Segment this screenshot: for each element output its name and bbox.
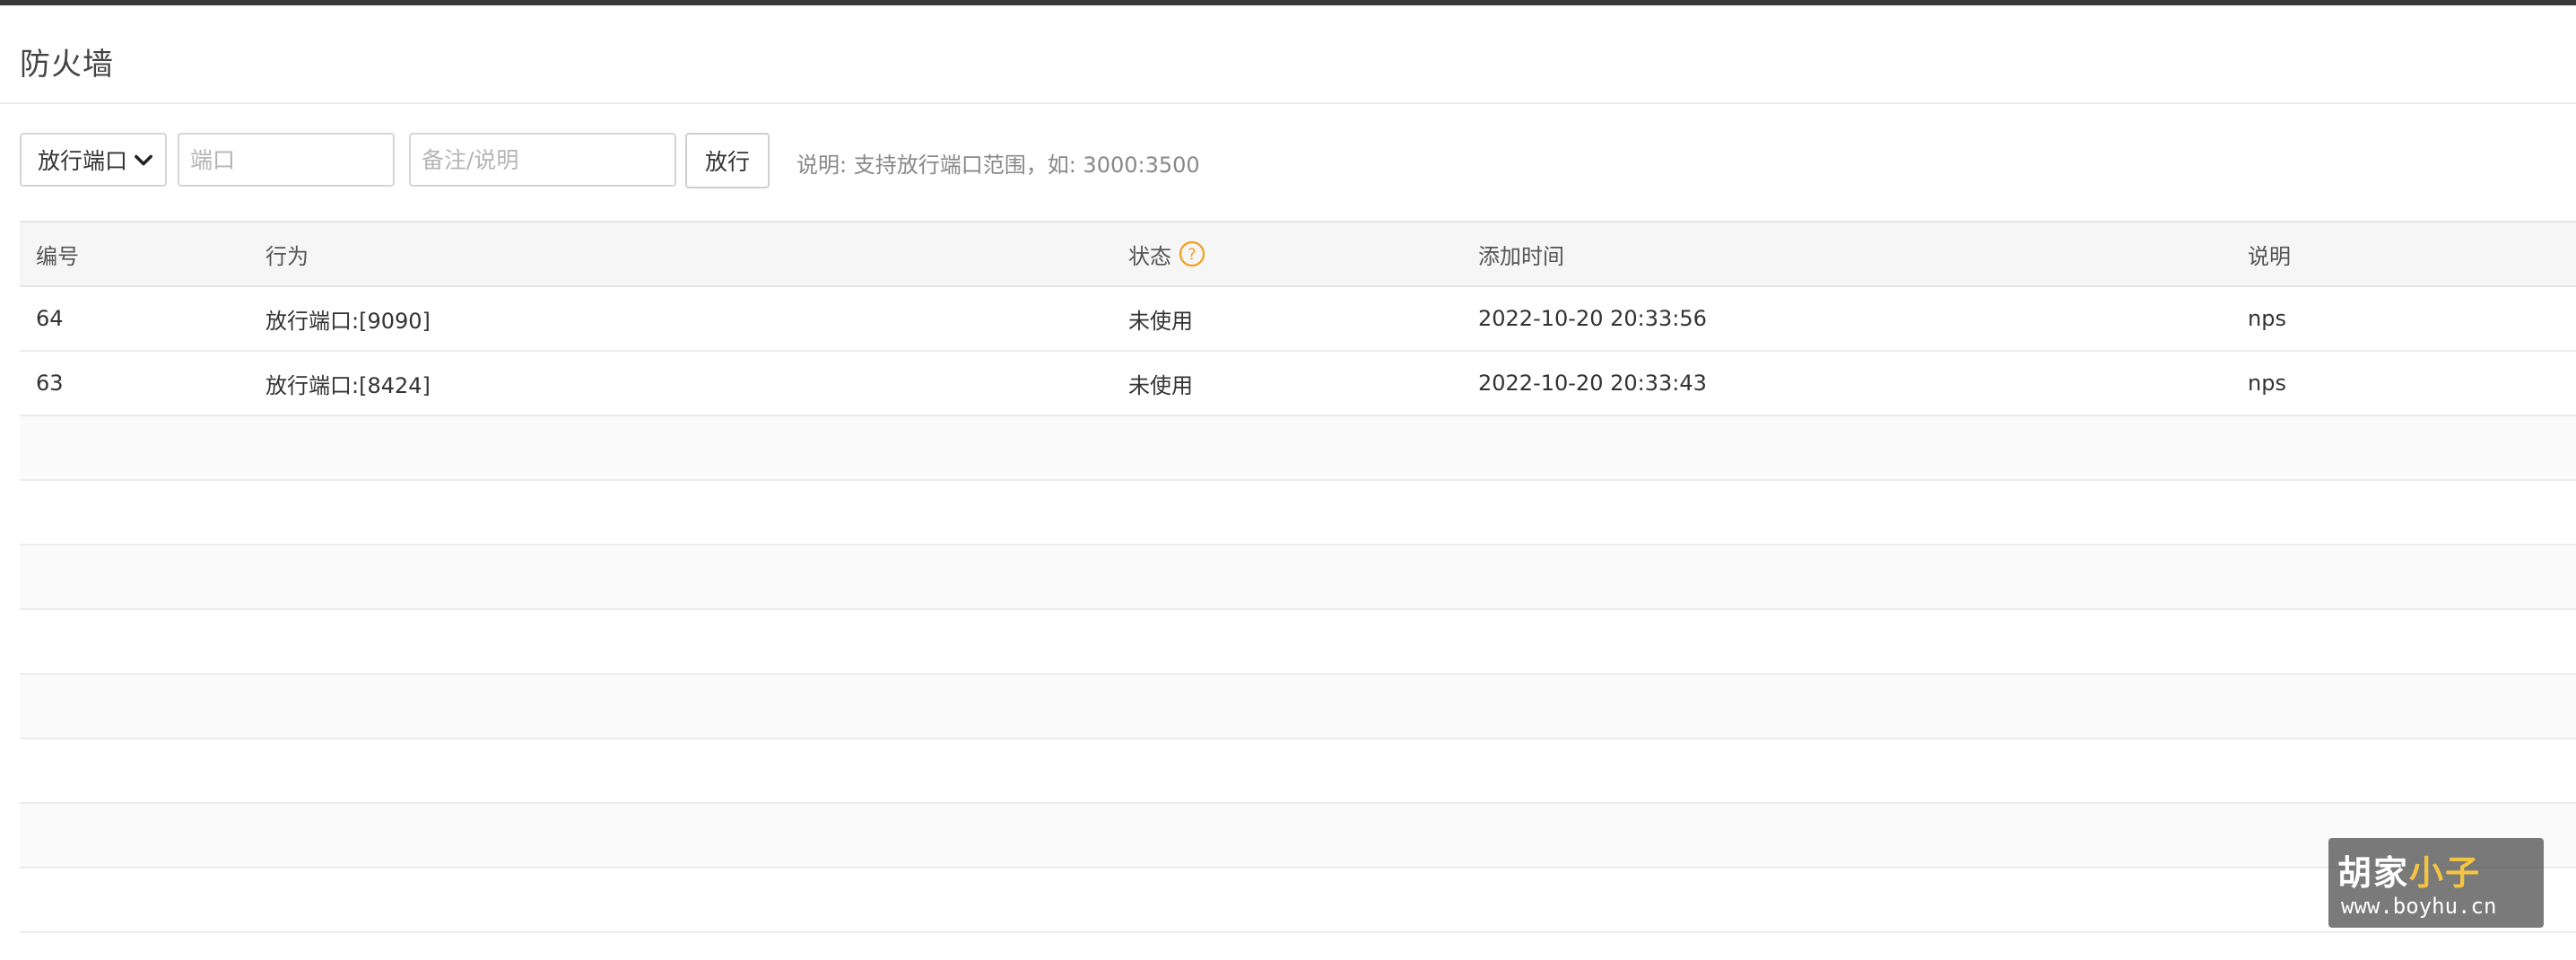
column-header-time: 添加时间 <box>1478 243 1564 269</box>
table-row: 64 放行端口:[9090] 未使用 2022-10-20 20:33:56 n… <box>20 287 2576 352</box>
table-row <box>20 416 2576 481</box>
cell-time: 2022-10-20 20:33:43 <box>1478 371 1707 396</box>
svg-text:?: ? <box>1188 246 1197 265</box>
cell-desc: nps <box>2248 371 2286 396</box>
cell-id: 63 <box>36 371 64 396</box>
rule-type-select[interactable]: 放行端口 <box>20 133 167 187</box>
cell-action: 放行端口:[9090] <box>265 308 431 334</box>
watermark-logo: 胡家小子 www.boyhu.cn <box>2328 838 2544 928</box>
title-bar: 防火墙 <box>0 5 2576 104</box>
column-header-state-label: 状态 <box>1128 243 1171 269</box>
cell-state: 未使用 <box>1128 308 1193 334</box>
cell-state: 未使用 <box>1128 372 1193 398</box>
watermark-brand-part1: 胡家 <box>2337 853 2410 893</box>
table-row <box>20 804 2576 868</box>
watermark-brand-part2: 小子 <box>2409 853 2482 893</box>
column-header-desc: 说明 <box>2248 243 2291 269</box>
chevron-down-icon <box>135 154 152 166</box>
watermark-brand: 胡家小子 <box>2337 845 2481 895</box>
table-row <box>20 868 2576 933</box>
page-title: 防火墙 <box>20 47 114 83</box>
table-row <box>20 675 2576 739</box>
hint-text: 说明: 支持放行端口范围，如: 3000:3500 <box>796 153 1200 178</box>
cell-action: 放行端口:[8424] <box>265 372 431 398</box>
cell-time: 2022-10-20 20:33:56 <box>1478 306 1707 331</box>
rule-toolbar: 放行端口 放行 说明: 支持放行端口范围，如: 3000:3500 <box>20 133 2531 188</box>
table-row: 63 放行端口:[8424] 未使用 2022-10-20 20:33:43 n… <box>20 352 2576 416</box>
note-input[interactable] <box>409 133 676 187</box>
column-header-id: 编号 <box>36 243 79 269</box>
column-header-state: 状态 ? <box>1128 223 1205 285</box>
table-row <box>20 739 2576 804</box>
allow-button[interactable]: 放行 <box>685 133 770 188</box>
question-circle-icon[interactable]: ? <box>1179 240 1205 267</box>
rule-type-selected: 放行端口 <box>38 148 128 174</box>
table-row <box>20 610 2576 675</box>
table-row <box>20 545 2576 610</box>
firewall-rules-table: 编号 行为 状态 ? 添加时间 说明 64 放行端口:[9090] 未使用 20… <box>20 221 2576 933</box>
blurred-rows <box>20 416 2576 933</box>
firewall-page: 防火墙 放行端口 放行 说明: 支持放行端口范围，如: 3000:3500 编号… <box>0 5 2576 960</box>
cell-id: 64 <box>36 306 64 331</box>
cell-desc: nps <box>2248 306 2286 331</box>
column-header-action: 行为 <box>265 243 309 269</box>
table-row <box>20 481 2576 545</box>
port-input[interactable] <box>178 133 395 187</box>
table-header: 编号 行为 状态 ? 添加时间 说明 <box>20 221 2576 287</box>
watermark-url: www.boyhu.cn <box>2341 894 2497 919</box>
